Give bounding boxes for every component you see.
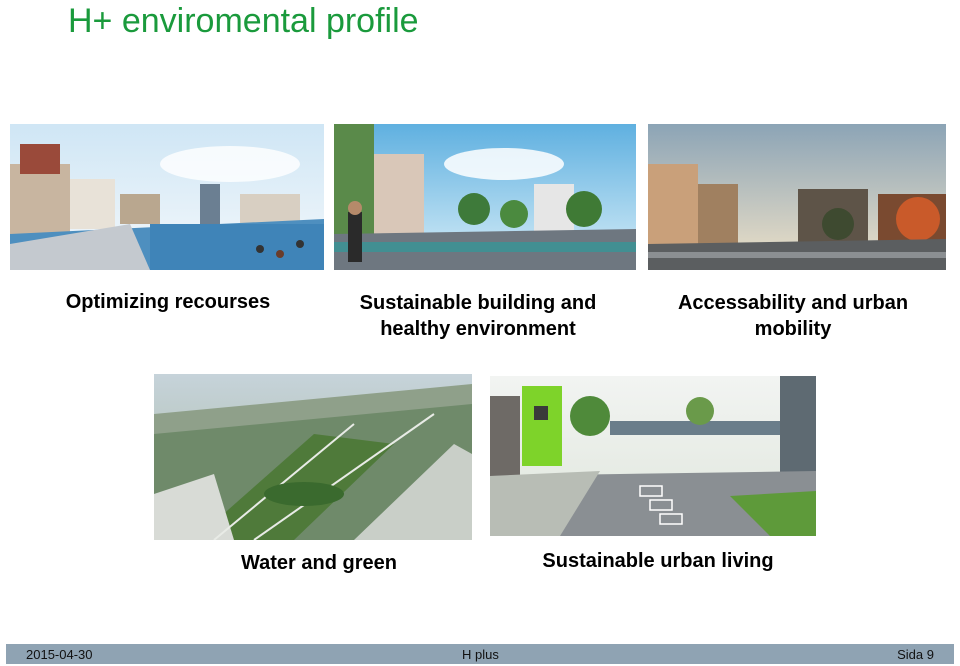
caption-line: Accessability and urban [677, 292, 909, 314]
caption-sustainable-urban-living: Sustainable urban living [520, 548, 796, 574]
slide: H+ enviromental profile Optimizing recou… [0, 0, 960, 666]
evening-street-photo [648, 124, 946, 270]
caption-optimizing-resources: Optimizing recourses [40, 289, 296, 315]
aerial-city-photo [154, 374, 472, 540]
caption-line: healthy environment [380, 318, 576, 340]
caption-line: Water and green [241, 552, 397, 574]
caption-line: Sustainable building and [359, 292, 597, 314]
caption-line: Sustainable urban living [542, 550, 774, 572]
waterfront-photo [10, 124, 324, 270]
urban-living-photo [490, 376, 816, 536]
slide-title: H+ enviromental profile [68, 2, 419, 40]
footer-center-label: H plus [462, 647, 499, 662]
boulevard-photo [334, 124, 636, 270]
caption-water-green: Water and green [200, 550, 438, 576]
caption-accessibility-mobility: Accessability and urban mobility [652, 290, 934, 342]
footer-bar: 2015-04-30 H plus Sida 9 [6, 644, 954, 664]
footer-page-number: Sida 9 [897, 647, 934, 662]
caption-line: mobility [754, 318, 832, 340]
caption-line: Optimizing recourses [65, 291, 271, 313]
footer-date: 2015-04-30 [26, 647, 93, 662]
caption-sustainable-building: Sustainable building and healthy environ… [336, 290, 620, 342]
